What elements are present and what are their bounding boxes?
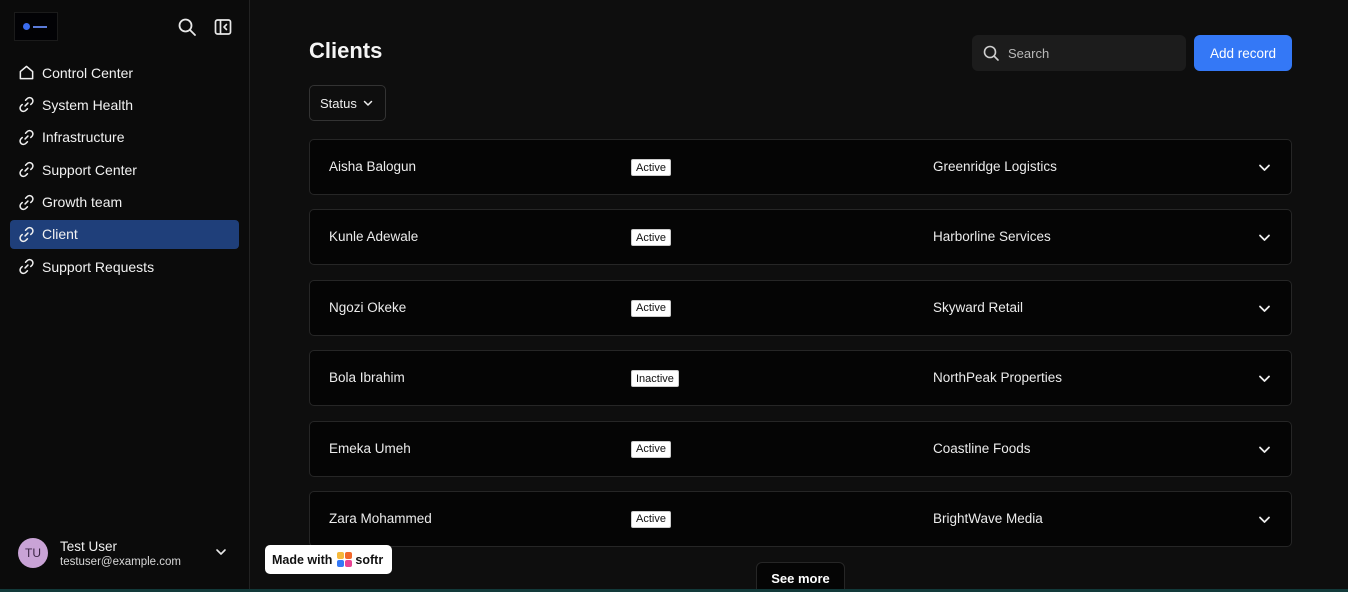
search-icon[interactable] <box>177 17 197 37</box>
status-badge: Active <box>631 159 671 176</box>
client-list: Aisha Balogun Active Greenridge Logistic… <box>309 139 1292 561</box>
list-item[interactable]: Ngozi Okeke Active Skyward Retail <box>309 279 1292 336</box>
status-badge: Inactive <box>631 370 679 388</box>
logo-mark <box>23 23 30 30</box>
sidebar-item-support-requests[interactable]: Support Requests <box>10 252 239 281</box>
client-name: Emeka Umeh <box>329 440 411 456</box>
status-badge: Active <box>631 229 671 247</box>
client-name: Aisha Balogun <box>329 159 417 174</box>
status-filter-label: Status <box>320 95 357 111</box>
made-with-softr-badge[interactable]: Made with softr <box>265 545 392 574</box>
sidebar-item-label: Infrastructure <box>42 129 125 146</box>
sidebar-item-label: Support Center <box>42 161 137 178</box>
status-badge: Active <box>631 510 671 528</box>
link-icon <box>19 194 34 210</box>
chevron-down-icon[interactable] <box>1257 301 1272 316</box>
chevron-down-icon[interactable] <box>1257 160 1272 175</box>
user-info: Test User testuser@example.com <box>60 539 181 568</box>
chevron-down-icon <box>363 100 373 106</box>
chevron-down-icon[interactable] <box>214 545 228 559</box>
list-item[interactable]: Kunle Adewale Active Harborline Services <box>309 209 1292 266</box>
main-content: Clients Add record Status Aisha Balogun … <box>251 0 1348 592</box>
sidebar-item-client[interactable]: Client <box>10 219 239 249</box>
sidebar-item-label: Control Center <box>42 64 134 81</box>
user-name: Test User <box>60 538 118 554</box>
chevron-down-icon[interactable] <box>1257 512 1272 527</box>
chevron-down-icon[interactable] <box>1257 371 1272 386</box>
logo-wordmark <box>33 25 47 28</box>
sidebar-item-infrastructure[interactable]: Infrastructure <box>10 123 239 152</box>
link-icon <box>19 259 34 275</box>
sidebar-item-support-center[interactable]: Support Center <box>10 155 239 184</box>
softr-brand: softr <box>355 552 384 567</box>
status-filter-dropdown[interactable]: Status <box>309 85 386 121</box>
user-email: testuser@example.com <box>60 555 181 568</box>
home-icon <box>19 65 34 80</box>
list-item[interactable]: Emeka Umeh Active Coastline Foods <box>309 420 1292 477</box>
add-record-button[interactable]: Add record <box>1194 35 1292 71</box>
see-more-button[interactable]: See more <box>756 562 845 592</box>
made-with-label: Made with <box>272 552 333 567</box>
app-logo[interactable] <box>14 12 58 41</box>
client-name: Kunle Adewale <box>329 229 419 245</box>
link-icon <box>19 226 34 243</box>
list-item[interactable]: Bola Ibrahim Inactive NorthPeak Properti… <box>309 350 1292 407</box>
collapse-sidebar-icon[interactable] <box>213 17 233 37</box>
client-company: Harborline Services <box>933 229 1051 245</box>
softr-logo-icon <box>337 552 353 567</box>
sidebar-item-label: Support Requests <box>42 258 155 275</box>
client-name: Zara Mohammed <box>329 510 432 526</box>
client-name: Ngozi Okeke <box>329 299 407 315</box>
sidebar: Control Center System Health Infrastruct… <box>0 0 250 592</box>
sidebar-item-label: Client <box>42 226 78 243</box>
page-title: Clients <box>309 38 383 63</box>
list-item[interactable]: Zara Mohammed Active BrightWave Media <box>309 490 1292 547</box>
sidebar-nav: Control Center System Health Infrastruct… <box>10 58 239 285</box>
client-company: Greenridge Logistics <box>933 159 1057 174</box>
sidebar-item-label: System Health <box>42 96 134 113</box>
link-icon <box>19 129 34 145</box>
chevron-down-icon[interactable] <box>1257 230 1272 245</box>
sidebar-item-label: Growth team <box>42 194 123 211</box>
sidebar-item-control-center[interactable]: Control Center <box>10 58 239 87</box>
client-company: NorthPeak Properties <box>933 370 1063 386</box>
client-name: Bola Ibrahim <box>329 370 405 386</box>
sidebar-item-system-health[interactable]: System Health <box>10 90 239 119</box>
avatar: TU <box>18 538 48 568</box>
chevron-down-icon[interactable] <box>1257 442 1272 457</box>
client-company: Coastline Foods <box>933 440 1031 456</box>
sidebar-item-growth-team[interactable]: Growth team <box>10 188 239 217</box>
link-icon <box>19 97 34 113</box>
user-menu[interactable]: TU Test User testuser@example.com <box>18 536 238 570</box>
link-icon <box>19 162 34 178</box>
client-company: BrightWave Media <box>933 510 1043 526</box>
client-company: Skyward Retail <box>933 299 1024 315</box>
search-box[interactable] <box>972 35 1186 71</box>
status-badge: Active <box>631 299 671 317</box>
search-input[interactable] <box>1008 45 1178 61</box>
search-icon <box>983 45 999 61</box>
list-item[interactable]: Aisha Balogun Active Greenridge Logistic… <box>309 139 1292 195</box>
status-badge: Active <box>631 440 671 458</box>
